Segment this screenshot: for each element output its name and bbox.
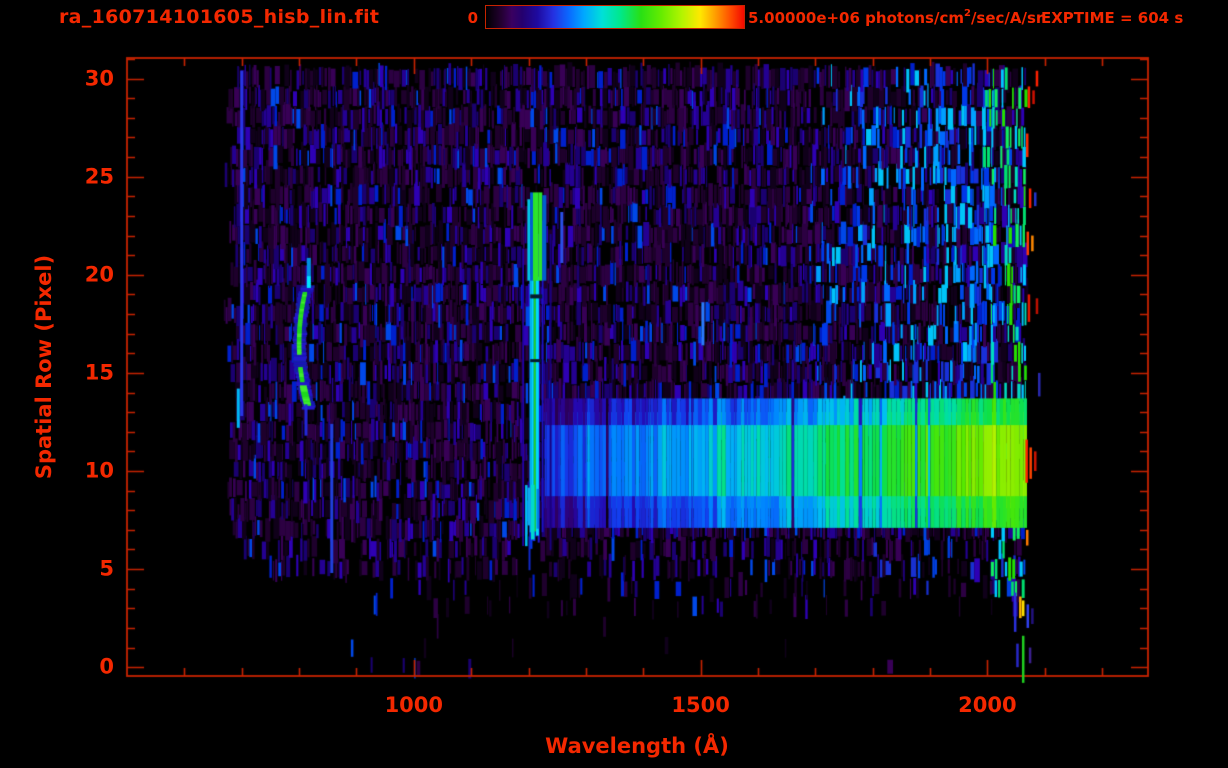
colorbar-gradient [485, 5, 745, 29]
colorbar-max-value: 5.00000e+06 [748, 9, 860, 27]
x-tick-label: 1000 [384, 693, 444, 717]
x-axis-title: Wavelength (Å) [545, 734, 729, 758]
y-tick-label: 20 [84, 262, 114, 287]
y-tick-label: 5 [99, 556, 114, 581]
x-tick-label: 1500 [671, 693, 730, 717]
y-tick-label: 0 [99, 654, 114, 679]
file-title: ra_160714101605_hisb_lin.fit [59, 6, 380, 28]
y-tick-label: 15 [84, 360, 114, 385]
colorbar-max-label: 5.00000e+06 photons/cm2/sec/A/sr [748, 8, 1044, 27]
colorbar-unit-superscript: 2 [963, 8, 971, 19]
y-axis-title: Spatial Row (Pixel) [32, 254, 56, 480]
colorbar-min-label: 0 [467, 9, 478, 27]
y-tick-label: 10 [84, 458, 114, 483]
colorbar-unit-prefix: photons/cm [859, 9, 964, 27]
spectral-heatmap-canvas [0, 0, 1228, 768]
exptime-label: EXPTIME = 604 s [1041, 9, 1184, 27]
x-tick-label: 2000 [958, 693, 1017, 717]
y-tick-label: 30 [84, 66, 114, 91]
y-tick-label: 25 [84, 164, 114, 189]
fits-spectrogram-viewer: ra_160714101605_hisb_lin.fit 0 5.00000e+… [0, 0, 1228, 768]
colorbar-unit-suffix: /sec/A/sr [970, 9, 1044, 27]
